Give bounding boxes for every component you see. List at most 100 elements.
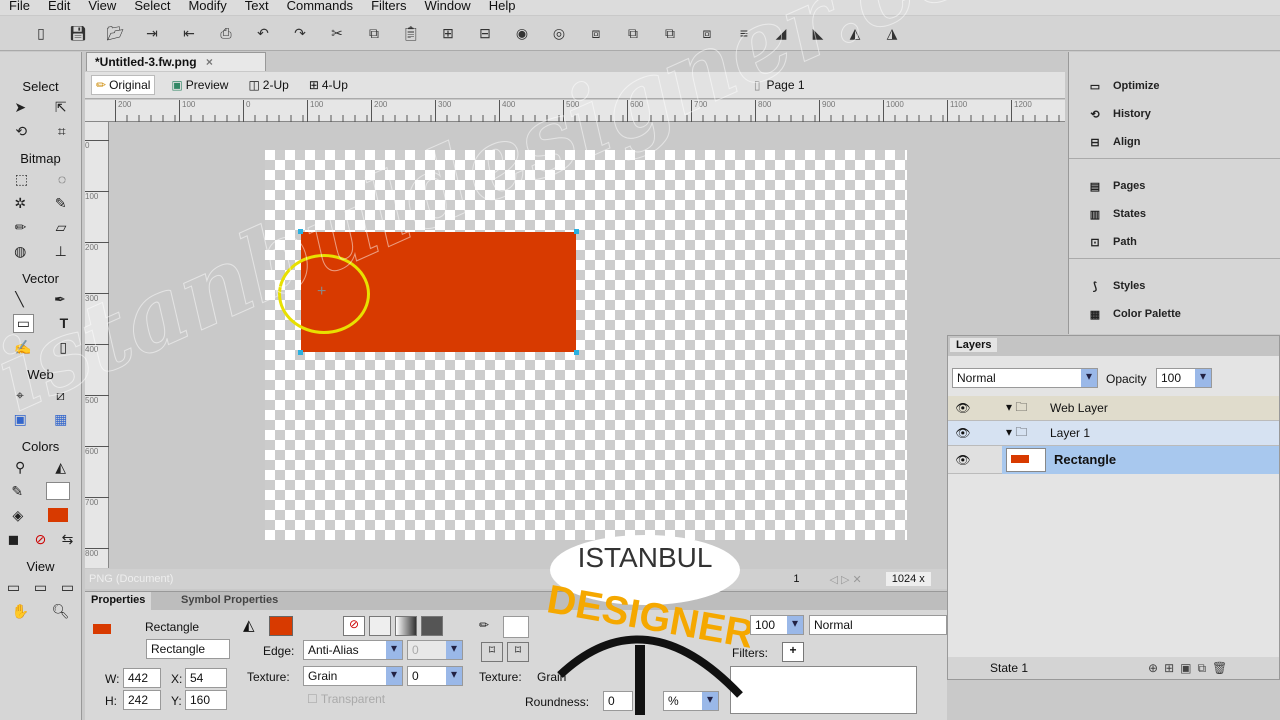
eyedropper-icon[interactable]: ⚲	[15, 459, 25, 476]
filters-list[interactable]	[730, 666, 917, 714]
pencil-tool-icon[interactable]: ✏	[15, 219, 27, 236]
x-input[interactable]: 54	[185, 668, 227, 688]
knife-tool-icon[interactable]: ▯	[59, 339, 67, 356]
menu-select[interactable]: Select	[125, 0, 179, 15]
panel-styles[interactable]: ⟆ Styles	[1069, 272, 1280, 300]
menu-modify[interactable]: Modify	[179, 0, 235, 15]
swap-colors-icon[interactable]: ⇆	[62, 531, 74, 548]
fill-color-swatch[interactable]	[48, 508, 69, 522]
stroke-center-icon[interactable]: ⌑	[507, 642, 529, 662]
hotspot-tool-icon[interactable]: ⌖	[16, 387, 24, 404]
menu-edit[interactable]: Edit	[39, 0, 79, 15]
blend-mode-select[interactable]: Normal	[809, 615, 947, 635]
height-input[interactable]: 242	[123, 690, 161, 710]
paste-icon[interactable]: 📋︎	[396, 21, 426, 45]
undo-icon[interactable]: ↶	[248, 21, 278, 45]
bring-front-icon[interactable]: ⧈	[581, 21, 611, 45]
print-icon[interactable]: ⎙	[211, 21, 241, 45]
layer-row-layer1[interactable]: 👁︎ ▾ 🗀 Layer 1	[948, 421, 1279, 446]
show-slices-icon[interactable]: ▦	[54, 411, 67, 428]
menu-file[interactable]: File	[0, 0, 39, 15]
text-tool-icon[interactable]: T	[60, 315, 69, 331]
close-tab-icon[interactable]: ×	[206, 55, 213, 69]
view-2up-button[interactable]: ◫ 2-Up	[244, 76, 292, 94]
panel-align[interactable]: ⊟ Align	[1069, 128, 1280, 156]
document-tab[interactable]: *Untitled-3.fw.png ×	[86, 52, 266, 71]
scale-tool-icon[interactable]: ⟲	[15, 123, 27, 140]
brush-tool-icon[interactable]: ✎	[55, 195, 67, 212]
eye-icon[interactable]: 👁︎	[948, 401, 978, 415]
flip-v-icon[interactable]: ◮	[877, 21, 907, 45]
selection-handle[interactable]	[298, 229, 303, 234]
default-colors-icon[interactable]: ◼	[8, 531, 20, 548]
menu-text[interactable]: Text	[236, 0, 278, 15]
layer-action-icons[interactable]: ⊕⊞▣⧉🗑︎	[1148, 661, 1233, 676]
edge-feather-input[interactable]: 0	[407, 640, 463, 660]
crop-tool-icon[interactable]: ⌗	[58, 123, 66, 140]
export-icon[interactable]: ⇤	[174, 21, 204, 45]
eraser-tool-icon[interactable]: ▱	[56, 219, 67, 236]
lasso-tool-icon[interactable]: ◌	[58, 171, 66, 187]
send-backward-icon[interactable]: ⧉	[655, 21, 685, 45]
no-color-icon[interactable]: ⊘	[35, 531, 47, 548]
menu-window[interactable]: Window	[415, 0, 479, 15]
tab-symbol-properties[interactable]: Symbol Properties	[175, 592, 284, 610]
cut-icon[interactable]: ✂	[322, 21, 352, 45]
hide-slices-icon[interactable]: ▣	[14, 411, 27, 428]
layer-blend-select[interactable]: Normal	[952, 368, 1098, 388]
max-screen-icon[interactable]: ▭	[34, 579, 47, 596]
gradient-fill-icon[interactable]	[395, 616, 417, 636]
standard-screen-icon[interactable]: ▭	[7, 579, 20, 596]
open-icon[interactable]: 📂︎	[100, 21, 130, 45]
copy-icon[interactable]: ⧉	[359, 21, 389, 45]
marquee-tool-icon[interactable]: ⬚	[15, 171, 28, 188]
object-row-rectangle[interactable]: 👁︎ Rectangle	[948, 445, 1279, 474]
selection-handle[interactable]	[574, 229, 579, 234]
stroke-inside-icon[interactable]: ⌑	[481, 642, 503, 662]
eye-icon[interactable]: 👁︎	[948, 426, 978, 440]
zoom-tool-icon[interactable]: 🔍︎	[52, 603, 70, 620]
layer-row-web[interactable]: 👁︎ ▾ 🗀 Web Layer	[948, 396, 1279, 421]
frame-controls-icon[interactable]: ◁ ▷ ✕	[829, 573, 861, 586]
align-icon[interactable]: ≡	[729, 21, 759, 45]
full-screen-icon[interactable]: ▭	[61, 579, 74, 596]
stamp-tool-icon[interactable]: ⊥	[55, 243, 67, 260]
ungroup-icon[interactable]: ⊟	[470, 21, 500, 45]
freeform-tool-icon[interactable]: ✍	[14, 339, 31, 356]
edge-select[interactable]: Anti-Alias	[303, 640, 403, 660]
save-icon[interactable]: 💾︎	[63, 21, 93, 45]
join-icon[interactable]: ◉	[507, 21, 537, 45]
layers-tab[interactable]: Layers	[950, 338, 998, 352]
width-input[interactable]: 442	[123, 668, 161, 688]
texture-select[interactable]: Grain	[303, 666, 403, 686]
no-fill-icon[interactable]: ⊘	[343, 616, 365, 636]
fill-icon[interactable]: ◈	[13, 507, 24, 524]
opacity-input[interactable]: 100	[750, 615, 804, 635]
new-icon[interactable]: ▯	[26, 21, 56, 45]
texture-amount-input[interactable]: 0	[407, 666, 463, 686]
pattern-fill-icon[interactable]	[421, 616, 443, 636]
stroke-color-swatch[interactable]	[503, 616, 529, 638]
slice-tool-icon[interactable]: ⧄	[56, 387, 65, 404]
bring-forward-icon[interactable]: ⧉	[618, 21, 648, 45]
panel-optimize[interactable]: ▭ Optimize	[1069, 72, 1280, 100]
line-tool-icon[interactable]: ╲	[15, 291, 23, 308]
menu-commands[interactable]: Commands	[278, 0, 362, 15]
subselect-tool-icon[interactable]: ⇱	[55, 99, 67, 116]
rotate-right-icon[interactable]: ◣	[803, 21, 833, 45]
panel-history[interactable]: ⟲ History	[1069, 100, 1280, 128]
stroke-color-icon[interactable]: ✎	[11, 483, 23, 500]
eye-icon[interactable]: 👁︎	[948, 453, 978, 467]
menu-filters[interactable]: Filters	[362, 0, 415, 15]
magic-wand-icon[interactable]: ✲	[14, 195, 26, 212]
selection-handle[interactable]	[574, 350, 579, 355]
paint-bucket-icon[interactable]: ◭	[55, 459, 66, 476]
view-original-button[interactable]: ✏ Original	[91, 75, 156, 95]
view-4up-button[interactable]: ⊞ 4-Up	[305, 76, 352, 94]
panel-states[interactable]: ▥ States	[1069, 200, 1280, 228]
solid-fill-icon[interactable]	[369, 616, 391, 636]
object-name-input[interactable]: Rectangle	[146, 639, 230, 659]
rotate-left-icon[interactable]: ◢	[766, 21, 796, 45]
import-icon[interactable]: ⇥	[137, 21, 167, 45]
view-preview-button[interactable]: ▣ Preview	[167, 76, 232, 94]
